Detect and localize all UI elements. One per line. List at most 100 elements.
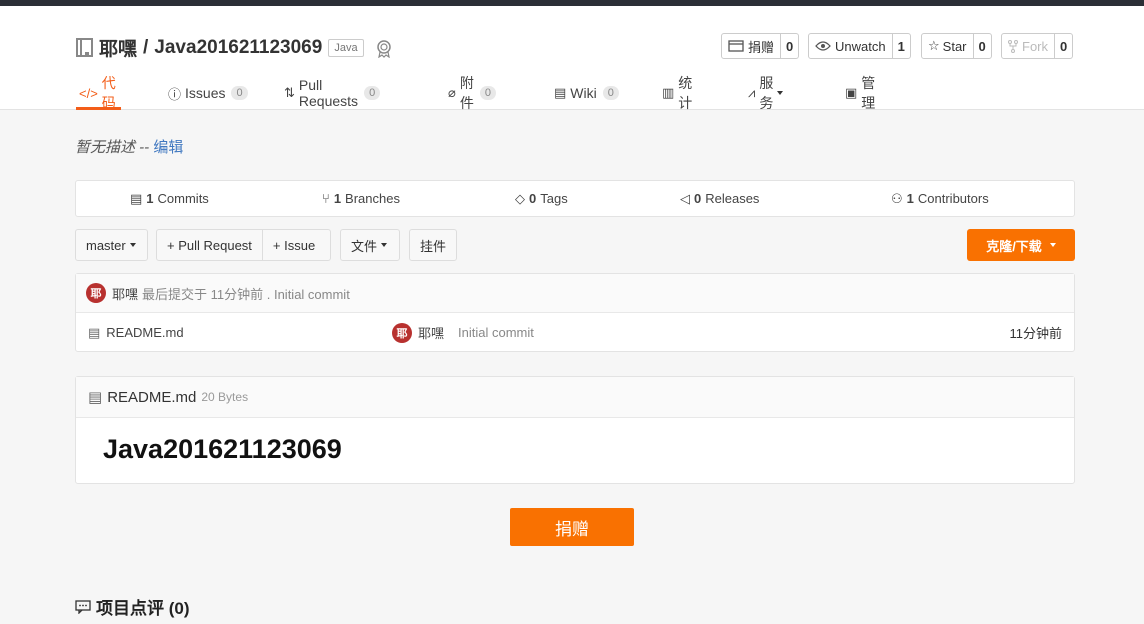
star-action[interactable]: ☆ Star 0: [921, 33, 992, 59]
stat-contributors[interactable]: ⚇ 1 Contributors: [891, 181, 989, 216]
recommend-badge-icon: [376, 39, 391, 58]
tab-code[interactable]: </> 代码: [76, 75, 121, 111]
files-dropdown[interactable]: 文件: [340, 229, 400, 261]
repo-owner[interactable]: 耶嘿: [99, 34, 137, 61]
releases-count: 0: [694, 191, 702, 206]
chevron-down-icon: [129, 243, 136, 247]
comment-icon: [75, 599, 91, 614]
language-badge: Java: [328, 38, 364, 57]
branches-count: 1: [333, 191, 342, 206]
bar-chart-icon: ▥: [662, 85, 675, 100]
file-name-cell[interactable]: ▤ README.md: [88, 313, 184, 352]
readme-file-icon: ▤: [88, 389, 103, 406]
donate-button[interactable]: 捐赠: [722, 34, 782, 58]
fork-label: Fork: [1022, 38, 1048, 54]
avatar[interactable]: 耶: [86, 283, 106, 303]
donate-label: 捐赠: [748, 39, 775, 55]
stat-commits[interactable]: ▤ 1 Commits: [130, 181, 209, 216]
contributors-label: Contributors: [917, 191, 989, 206]
chevron-down-icon: [381, 243, 388, 247]
repo-separator: /: [143, 36, 149, 58]
tab-services[interactable]: ⩘ 服务: [748, 75, 784, 111]
tags-label: Tags: [540, 191, 568, 206]
readme-filename: README.md: [107, 388, 197, 406]
widget-seg[interactable]: 挂件: [410, 230, 456, 260]
unwatch-button[interactable]: Unwatch: [809, 34, 893, 58]
tags-count: 0: [529, 191, 537, 206]
tab-issues[interactable]: ⓘ Issues 0: [168, 76, 248, 110]
repo-name[interactable]: Java201621123069: [154, 37, 322, 59]
tab-stats-label: 统计: [678, 75, 693, 111]
pulse-icon: ⩘: [748, 85, 756, 100]
file-name[interactable]: README.md: [106, 325, 183, 340]
tab-pull-requests[interactable]: ⇅ Pull Requests 0: [284, 76, 381, 110]
repo-title: 耶嘿 / Java201621123069 Java: [76, 34, 394, 61]
release-icon: ◁: [680, 190, 690, 206]
file-commit-message[interactable]: Initial commit: [458, 325, 534, 340]
readme-size: 20 Bytes: [201, 390, 249, 404]
branches-label: Branches: [345, 191, 400, 206]
comments-title: 项目点评 (0): [96, 599, 190, 618]
file-commit-cell: 耶 耶嘿 Initial commit: [392, 313, 534, 352]
paperclip-icon: ⌀: [448, 85, 456, 100]
tab-pull-requests-label: Pull Requests: [298, 77, 359, 109]
branch-icon: ⑂: [322, 191, 330, 206]
tab-attachments[interactable]: ⌀ 附件 0: [448, 75, 496, 111]
issue-icon: ⓘ: [168, 86, 182, 102]
manage-icon: ▣: [845, 85, 858, 100]
tab-services-label: 服务: [759, 75, 774, 111]
tab-manage[interactable]: ▣ 管理: [845, 75, 875, 111]
chevron-down-icon: [777, 91, 784, 95]
book-icon: ▤: [554, 85, 567, 100]
tab-stats[interactable]: ▥ 统计: [662, 75, 693, 111]
branch-name: master: [86, 237, 126, 253]
stat-tags[interactable]: ◇ 0 Tags: [515, 181, 568, 216]
chevron-down-icon: [1049, 243, 1056, 247]
branch-selector[interactable]: master: [75, 229, 148, 261]
last-commit-bar: 耶 耶嘿 最后提交于 11分钟前 . Initial commit: [76, 274, 1074, 313]
commits-icon: ▤: [130, 190, 143, 206]
watch-count[interactable]: 1: [893, 34, 910, 58]
fork-action[interactable]: Fork 0: [1001, 33, 1074, 59]
contributors-count: 1: [906, 191, 914, 206]
new-issue-label: + Issue: [272, 237, 316, 253]
fork-button[interactable]: Fork: [1002, 34, 1055, 58]
eye-icon: [815, 41, 831, 51]
fork-count[interactable]: 0: [1055, 34, 1072, 58]
tab-wiki[interactable]: ▤ Wiki 0: [554, 76, 619, 110]
stat-branches[interactable]: ⑂ 1 Branches: [322, 181, 400, 216]
avatar[interactable]: 耶: [392, 322, 412, 343]
repo-header: 耶嘿 / Java201621123069 Java 捐赠 0 Unwatch …: [0, 6, 1144, 111]
commit-author[interactable]: 耶嘿: [112, 284, 138, 303]
edit-description-link[interactable]: 编辑: [153, 139, 183, 156]
releases-label: Releases: [705, 191, 760, 206]
new-issue-button[interactable]: + Issue: [261, 230, 325, 260]
star-count[interactable]: 0: [974, 34, 991, 58]
repo-stats-bar: ▤ 1 Commits ⑂ 1 Branches ◇ 0 Tags ◁ 0 Re…: [75, 180, 1075, 217]
watch-action[interactable]: Unwatch 1: [808, 33, 911, 59]
file-commit-author[interactable]: 耶嘿: [418, 323, 444, 342]
readme-header: ▤ README.md 20 Bytes: [76, 377, 1074, 418]
tab-attachments-label: 附件: [459, 75, 474, 111]
table-row: ▤ README.md 耶 耶嘿 Initial commit 11分钟前: [76, 313, 1074, 352]
clone-download-button[interactable]: 克隆/下载: [967, 229, 1075, 261]
tab-code-label: 代码: [101, 75, 116, 111]
donate-icon: [728, 40, 744, 52]
tab-issues-label: Issues: [185, 85, 226, 101]
donate-action[interactable]: 捐赠 0: [721, 33, 800, 59]
star-icon: ☆: [928, 38, 940, 53]
stat-releases[interactable]: ◁ 0 Releases: [680, 181, 759, 216]
widget-button[interactable]: 挂件: [409, 229, 457, 261]
branch-dropdown[interactable]: master: [76, 230, 146, 260]
new-pull-request-button[interactable]: + Pull Request: [157, 230, 262, 260]
donate-big-button[interactable]: 捐赠: [510, 508, 634, 546]
unwatch-label: Unwatch: [835, 38, 886, 54]
file-list: 耶 耶嘿 最后提交于 11分钟前 . Initial commit ▤ READ…: [75, 273, 1075, 352]
files-button[interactable]: 文件: [341, 230, 397, 260]
pull-request-icon: ⇅: [284, 85, 295, 100]
last-commit-text[interactable]: 最后提交于 11分钟前 . Initial commit: [142, 284, 350, 303]
star-button[interactable]: ☆ Star: [922, 34, 974, 58]
donate-count[interactable]: 0: [781, 34, 798, 58]
description-text: 暂无描述: [75, 139, 136, 156]
file-icon: ▤: [88, 324, 101, 340]
